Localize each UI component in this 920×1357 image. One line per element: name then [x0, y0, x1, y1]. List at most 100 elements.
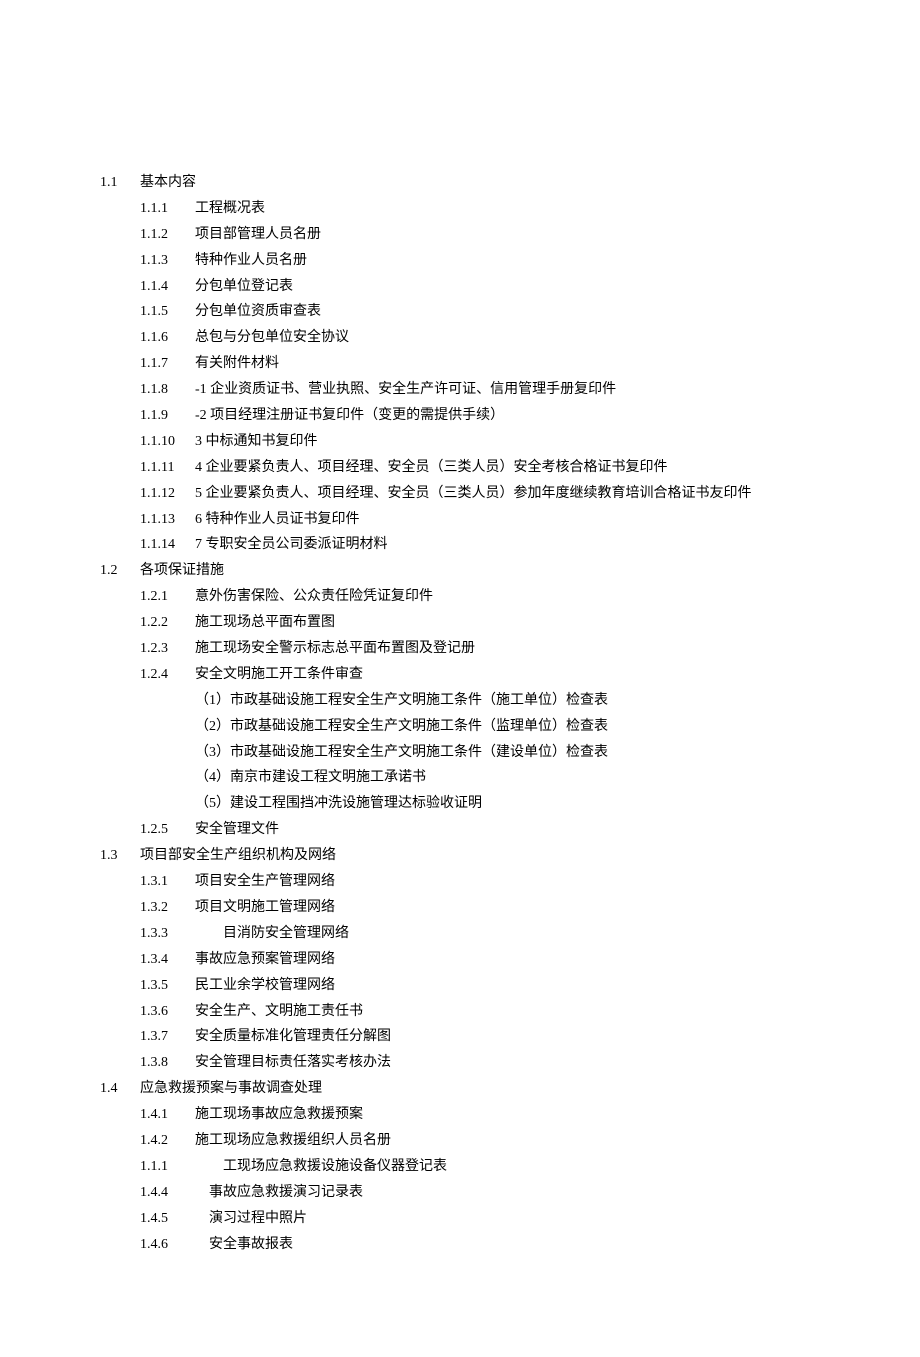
item-num: 1.4.2: [140, 1128, 195, 1154]
list-item: 1.1.5分包单位资质审查表: [100, 299, 820, 325]
item-text: 3 中标通知书复印件: [195, 429, 820, 455]
list-item: 1.2.1意外伤害保险、公众责任险凭证复印件: [100, 584, 820, 610]
section-num: 1.2: [100, 558, 140, 584]
list-item: 1.2.2施工现场总平面布置图: [100, 610, 820, 636]
item-text: 特种作业人员名册: [195, 248, 820, 274]
sub-list-item: （5）建设工程围挡冲洗设施管理达标验收证明: [140, 791, 820, 817]
item-num: 1.1.14: [140, 532, 195, 558]
list-item: 1.4.2施工现场应急救援组织人员名册: [100, 1128, 820, 1154]
list-item: 1.1.2项目部管理人员名册: [100, 222, 820, 248]
list-item: 1.1.9-2 项目经理注册证书复印件（变更的需提供手续）: [100, 403, 820, 429]
item-text: 有关附件材料: [195, 351, 820, 377]
list-item: 1.1.8-1 企业资质证书、营业执照、安全生产许可证、信用管理手册复印件: [100, 377, 820, 403]
item-text: 工现场应急救援设施设备仪器登记表: [195, 1154, 820, 1180]
item-num: 1.1.13: [140, 507, 195, 533]
list-item: 1.3.1项目安全生产管理网络: [100, 869, 820, 895]
section-title: 各项保证措施: [140, 558, 820, 584]
list-item: 1.4.5 演习过程中照片: [100, 1206, 820, 1232]
item-num: 1.3.2: [140, 895, 195, 921]
list-item: 1.4.4 事故应急救援演习记录表: [100, 1180, 820, 1206]
list-item: 1.1.4分包单位登记表: [100, 274, 820, 300]
item-num: 1.2.4: [140, 662, 195, 688]
list-item: 1.1.125 企业要紧负责人、项目经理、安全员（三类人员）参加年度继续教育培训…: [100, 481, 820, 507]
sub-list-item: （2）市政基础设施工程安全生产文明施工条件（监理单位）检查表: [140, 714, 820, 740]
item-num: 1.4.5: [140, 1206, 195, 1232]
item-text: 分包单位资质审查表: [195, 299, 820, 325]
item-text: 施工现场安全警示标志总平面布置图及登记册: [195, 636, 820, 662]
item-text: 总包与分包单位安全协议: [195, 325, 820, 351]
item-num: 1.1.11: [140, 455, 195, 481]
section-1-1: 1.1 基本内容: [100, 170, 820, 196]
item-text: 施工现场总平面布置图: [195, 610, 820, 636]
item-num: 1.2.5: [140, 817, 195, 843]
item-num: 1.4.1: [140, 1102, 195, 1128]
item-text: 民工业余学校管理网络: [195, 973, 820, 999]
list-item: 1.3.3 目消防安全管理网络: [100, 921, 820, 947]
item-text: 演习过程中照片: [195, 1206, 820, 1232]
item-text: -2 项目经理注册证书复印件（变更的需提供手续）: [195, 403, 820, 429]
item-num: 1.2.1: [140, 584, 195, 610]
item-num: 1.2.3: [140, 636, 195, 662]
section-num: 1.4: [100, 1076, 140, 1102]
list-item: 1.1.6总包与分包单位安全协议: [100, 325, 820, 351]
section-title: 应急救援预案与事故调查处理: [140, 1076, 820, 1102]
item-text: 5 企业要紧负责人、项目经理、安全员（三类人员）参加年度继续教育培训合格证书友印…: [195, 481, 820, 507]
list-item: 1.1.114 企业要紧负责人、项目经理、安全员（三类人员）安全考核合格证书复印…: [100, 455, 820, 481]
section-title: 项目部安全生产组织机构及网络: [140, 843, 820, 869]
sub-list-item: （1）市政基础设施工程安全生产文明施工条件（施工单位）检查表: [140, 688, 820, 714]
list-item: 1.4.1施工现场事故应急救援预案: [100, 1102, 820, 1128]
item-num: 1.1.1: [140, 1154, 195, 1180]
item-num: 1.3.3: [140, 921, 195, 947]
list-item: 1.3.4事故应急预案管理网络: [100, 947, 820, 973]
item-num: 1.1.5: [140, 299, 195, 325]
item-text: 目消防安全管理网络: [195, 921, 820, 947]
item-text: 安全管理文件: [195, 817, 820, 843]
item-text: 安全生产、文明施工责任书: [195, 999, 820, 1025]
item-text: 7 专职安全员公司委派证明材料: [195, 532, 820, 558]
list-item: 1.1.103 中标通知书复印件: [100, 429, 820, 455]
item-text: 事故应急救援演习记录表: [195, 1180, 820, 1206]
item-text: 意外伤害保险、公众责任险凭证复印件: [195, 584, 820, 610]
item-num: 1.3.4: [140, 947, 195, 973]
list-item: 1.1.136 特种作业人员证书复印件: [100, 507, 820, 533]
item-num: 1.1.1: [140, 196, 195, 222]
sub-list-item: （3）市政基础设施工程安全生产文明施工条件（建设单位）检查表: [140, 740, 820, 766]
item-num: 1.1.12: [140, 481, 195, 507]
item-text: 安全文明施工开工条件审查: [195, 662, 820, 688]
item-num: 1.1.7: [140, 351, 195, 377]
item-text: 安全事故报表: [195, 1232, 820, 1258]
item-text: 安全管理目标责任落实考核办法: [195, 1050, 820, 1076]
section-1-3: 1.3 项目部安全生产组织机构及网络: [100, 843, 820, 869]
list-item: 1.2.3施工现场安全警示标志总平面布置图及登记册: [100, 636, 820, 662]
item-num: 1.1.9: [140, 403, 195, 429]
list-item: 1.3.5民工业余学校管理网络: [100, 973, 820, 999]
item-text: -1 企业资质证书、营业执照、安全生产许可证、信用管理手册复印件: [195, 377, 820, 403]
list-item: 1.1.7有关附件材料: [100, 351, 820, 377]
item-num: 1.1.6: [140, 325, 195, 351]
item-num: 1.4.4: [140, 1180, 195, 1206]
item-num: 1.1.4: [140, 274, 195, 300]
item-num: 1.3.7: [140, 1024, 195, 1050]
list-item: 1.3.7安全质量标准化管理责任分解图: [100, 1024, 820, 1050]
list-item: 1.1.3特种作业人员名册: [100, 248, 820, 274]
list-item: 1.4.6 安全事故报表: [100, 1232, 820, 1258]
item-num: 1.3.1: [140, 869, 195, 895]
item-num: 1.4.6: [140, 1232, 195, 1258]
list-item: 1.1.1 工现场应急救援设施设备仪器登记表: [100, 1154, 820, 1180]
item-text: 项目部管理人员名册: [195, 222, 820, 248]
item-text: 施工现场事故应急救援预案: [195, 1102, 820, 1128]
list-item: 1.2.5安全管理文件: [100, 817, 820, 843]
item-text: 项目文明施工管理网络: [195, 895, 820, 921]
section-title: 基本内容: [140, 170, 820, 196]
item-text: 项目安全生产管理网络: [195, 869, 820, 895]
item-text: 6 特种作业人员证书复印件: [195, 507, 820, 533]
item-text: 4 企业要紧负责人、项目经理、安全员（三类人员）安全考核合格证书复印件: [195, 455, 820, 481]
list-item: 1.3.6安全生产、文明施工责任书: [100, 999, 820, 1025]
item-num: 1.1.3: [140, 248, 195, 274]
item-num: 1.2.2: [140, 610, 195, 636]
list-item: 1.2.4安全文明施工开工条件审查: [100, 662, 820, 688]
section-num: 1.1: [100, 170, 140, 196]
item-num: 1.3.6: [140, 999, 195, 1025]
item-num: 1.3.5: [140, 973, 195, 999]
sub-list-item: （4）南京市建设工程文明施工承诺书: [140, 765, 820, 791]
